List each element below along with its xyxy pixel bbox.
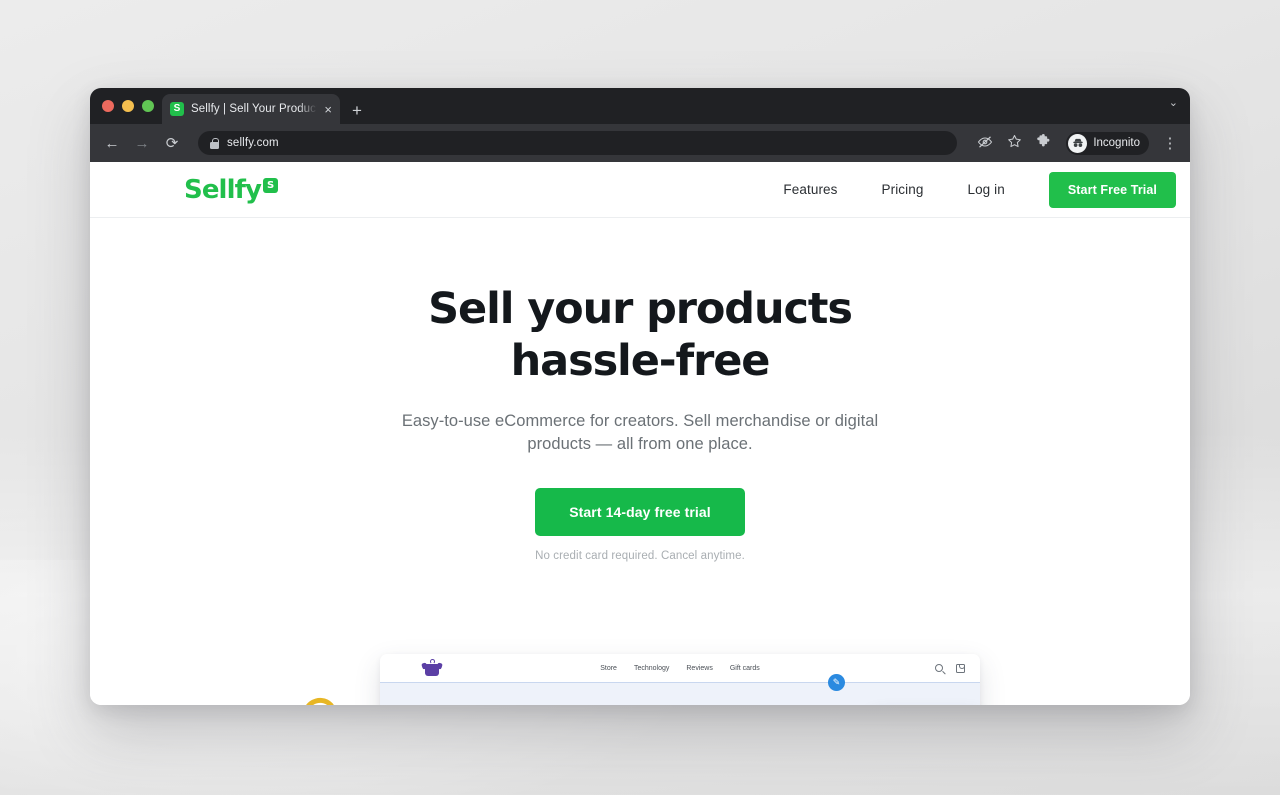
- store-preview-header: Store Technology Reviews Gift cards: [380, 654, 980, 682]
- toolbar-icons: Incognito ⋮: [977, 131, 1178, 155]
- cta-note: No credit card required. Cancel anytime.: [535, 549, 745, 562]
- browser-tab-strip: S Sellfy | Sell Your Products Onli × + ⌄: [90, 88, 1190, 124]
- site-header: Sellfy S Features Pricing Log in Start F…: [90, 162, 1190, 218]
- start-free-trial-button[interactable]: Start Free Trial: [1048, 171, 1176, 208]
- address-bar[interactable]: sellfy.com: [198, 131, 958, 155]
- store-preview-nav: Store Technology Reviews Gift cards: [600, 665, 760, 672]
- nav-item-login[interactable]: Log in: [945, 182, 1026, 197]
- hero-subtitle: Easy-to-use eCommerce for creators. Sell…: [90, 410, 1190, 457]
- store-preview-hero: Shirts for: [380, 682, 980, 705]
- sellfy-logo[interactable]: Sellfy S: [184, 174, 279, 205]
- page-title: Sell your products hassle-free: [90, 288, 1190, 383]
- ribbon-loop-left: [299, 694, 340, 705]
- minimize-window-button[interactable]: [122, 100, 134, 112]
- hero-section: Sell your products hassle-free Easy-to-u…: [90, 218, 1190, 562]
- store-nav-item-gift-cards[interactable]: Gift cards: [730, 665, 760, 672]
- tab-favicon: S: [170, 102, 184, 116]
- search-icon[interactable]: [935, 664, 943, 672]
- cart-icon[interactable]: [956, 663, 965, 673]
- reload-icon[interactable]: ⟳: [164, 136, 180, 151]
- forward-icon[interactable]: →: [134, 136, 150, 151]
- close-tab-icon[interactable]: ×: [324, 103, 332, 116]
- edit-pencil-badge-icon[interactable]: ✎: [828, 674, 845, 691]
- eye-slash-icon[interactable]: [977, 135, 993, 152]
- browser-toolbar: ← → ⟳ sellfy.com Incognito ⋮: [90, 124, 1190, 162]
- site-nav: Features Pricing Log in Start Free Trial: [761, 171, 1176, 208]
- window-traffic-lights: [100, 88, 162, 124]
- nav-item-pricing[interactable]: Pricing: [860, 182, 946, 197]
- lock-icon: [210, 137, 219, 149]
- chevron-down-icon[interactable]: ⌄: [1169, 96, 1178, 109]
- page-content: Sellfy S Features Pricing Log in Start F…: [90, 162, 1190, 705]
- profile-incognito-button[interactable]: Incognito: [1066, 131, 1149, 155]
- avatar: [1068, 133, 1088, 153]
- store-nav-item-technology[interactable]: Technology: [634, 665, 669, 672]
- store-mockup-scene: Store Technology Reviews Gift cards Shir…: [90, 654, 1190, 705]
- browser-window: S Sellfy | Sell Your Products Onli × + ⌄…: [90, 88, 1190, 705]
- subtitle-line-2: products — all from one place.: [527, 435, 753, 454]
- profile-label: Incognito: [1093, 137, 1140, 149]
- subtitle-line-1: Easy-to-use eCommerce for creators. Sell…: [401, 412, 879, 430]
- browser-tab[interactable]: S Sellfy | Sell Your Products Onli ×: [162, 94, 340, 124]
- store-preview-window: Store Technology Reviews Gift cards Shir…: [380, 654, 980, 705]
- extensions-icon[interactable]: [1035, 134, 1051, 152]
- store-nav-item-store[interactable]: Store: [600, 665, 617, 672]
- maximize-window-button[interactable]: [142, 100, 154, 112]
- back-icon[interactable]: ←: [104, 136, 120, 151]
- logo-badge: S: [263, 177, 279, 193]
- store-nav-item-reviews[interactable]: Reviews: [686, 665, 712, 672]
- gift-box-image: [285, 694, 395, 705]
- nav-item-features[interactable]: Features: [761, 182, 859, 197]
- store-preview-header-icons: [935, 663, 965, 673]
- url-text: sellfy.com: [227, 137, 279, 149]
- logo-text: Sellfy: [184, 174, 262, 205]
- star-icon[interactable]: [1006, 134, 1022, 152]
- start-trial-cta-button[interactable]: Start 14-day free trial: [535, 487, 745, 536]
- headline-line-1: Sell your products: [428, 284, 853, 334]
- tshirt-logo-icon: [421, 659, 443, 677]
- new-tab-button[interactable]: +: [352, 102, 362, 119]
- tab-title: Sellfy | Sell Your Products Onli: [191, 103, 317, 115]
- close-window-button[interactable]: [102, 100, 114, 112]
- hero-cta-wrapper: Start 14-day free trial No credit card r…: [90, 487, 1190, 562]
- headline-line-2: hassle-free: [510, 336, 771, 386]
- browser-menu-icon[interactable]: ⋮: [1162, 136, 1178, 151]
